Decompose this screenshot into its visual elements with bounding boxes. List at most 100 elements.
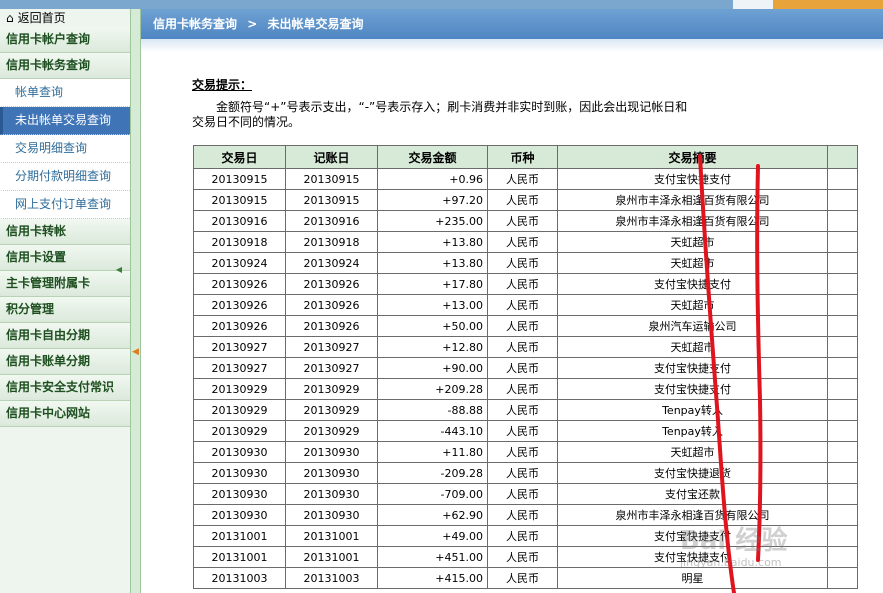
sidebar-item-4[interactable]: 交易明细查询 [0, 135, 130, 163]
sidebar-item-2[interactable]: 帐单查询 [0, 79, 130, 107]
cell-trade-date: 20130926 [193, 294, 286, 316]
breadcrumb: 信用卡帐务查询 > 未出帐单交易查询 [141, 9, 883, 39]
col-header-amount: 交易金额 [377, 145, 488, 169]
table-row: 20130916 20130916 +235.00 人民币 泉州市丰泽永相逢百货有限公司 [193, 210, 858, 232]
cell-trade-date: 20130930 [193, 504, 286, 526]
table-row: 20130918 20130918 +13.80 人民币 天虹超市 [193, 231, 858, 253]
cell-extra [827, 504, 858, 526]
cell-extra [827, 210, 858, 232]
splitter-toggle-icon[interactable]: ◀ [132, 347, 139, 357]
sidebar-item-0[interactable]: 信用卡帐户查询 [0, 27, 130, 53]
cell-amount: +235.00 [377, 210, 488, 232]
table-row: 20130929 20130929 -88.88 人民币 Tenpay转入 [193, 399, 858, 421]
col-header-extra [827, 145, 858, 169]
cell-post-date: 20130929 [285, 399, 378, 421]
cell-currency: 人民币 [487, 420, 558, 442]
table-row: 20130915 20130915 +97.20 人民币 泉州市丰泽永相逢百货有限公司 [193, 189, 858, 211]
cell-post-date: 20130930 [285, 462, 378, 484]
sidebar-item-11[interactable]: 信用卡自由分期 [0, 323, 130, 349]
sidebar-item-3[interactable]: 未出帐单交易查询 [0, 107, 130, 135]
sidebar-item-8[interactable]: 信用卡设置 [0, 245, 130, 271]
sidebar-item-7[interactable]: 信用卡转帐 [0, 219, 130, 245]
sidebar-item-9[interactable]: 主卡管理附属卡 [0, 271, 130, 297]
cell-post-date: 20131003 [285, 567, 378, 589]
breadcrumb-parent[interactable]: 信用卡帐务查询 [153, 17, 237, 31]
cell-summary: 泉州市丰泽永相逢百货有限公司 [557, 189, 828, 211]
main-content: 信用卡帐务查询 > 未出帐单交易查询 交易提示： 金额符号“+”号表示支出，“-… [141, 9, 883, 593]
cell-currency: 人民币 [487, 315, 558, 337]
cell-extra [827, 336, 858, 358]
cell-amount: +50.00 [377, 315, 488, 337]
sidebar-item-12[interactable]: 信用卡账单分期 [0, 349, 130, 375]
table-row: 20130930 20130930 -209.28 人民币 支付宝快捷退货 [193, 462, 858, 484]
cell-post-date: 20130916 [285, 210, 378, 232]
cell-trade-date: 20130926 [193, 273, 286, 295]
cell-post-date: 20131001 [285, 546, 378, 568]
cell-trade-date: 20131003 [193, 567, 286, 589]
cell-currency: 人民币 [487, 273, 558, 295]
sidebar-item-14[interactable]: 信用卡中心网站 [0, 401, 130, 427]
tip-line-2: 交易日不同的情况。 [192, 115, 301, 129]
home-icon: ⌂ [6, 11, 14, 25]
sidebar-item-10[interactable]: 积分管理 [0, 297, 130, 323]
cell-currency: 人民币 [487, 399, 558, 421]
sidebar-splitter[interactable]: ◀ [131, 9, 141, 593]
cell-extra [827, 189, 858, 211]
table-row: 20130929 20130929 +209.28 人民币 支付宝快捷支付 [193, 378, 858, 400]
cell-amount: +62.90 [377, 504, 488, 526]
col-header-summary: 交易摘要 [557, 145, 828, 169]
cell-amount: -709.00 [377, 483, 488, 505]
home-link[interactable]: ⌂ 返回首页 [0, 9, 130, 27]
cell-amount: +13.80 [377, 252, 488, 274]
cell-post-date: 20130930 [285, 441, 378, 463]
cell-amount: -209.28 [377, 462, 488, 484]
table-row: 20131003 20131003 +415.00 人民币 明星 [193, 567, 858, 589]
cell-post-date: 20130926 [285, 294, 378, 316]
cell-currency: 人民币 [487, 189, 558, 211]
cell-extra [827, 294, 858, 316]
table-row: 20130930 20130930 +11.80 人民币 天虹超市 [193, 441, 858, 463]
cell-summary: 天虹超市 [557, 336, 828, 358]
cell-amount: +13.00 [377, 294, 488, 316]
cell-extra [827, 315, 858, 337]
cell-post-date: 20131001 [285, 525, 378, 547]
sidebar-item-1[interactable]: 信用卡帐务查询 [0, 53, 130, 79]
cell-trade-date: 20130927 [193, 357, 286, 379]
collapse-arrow-icon[interactable]: ◀ [116, 265, 122, 274]
cell-summary: 泉州市丰泽永相逢百货有限公司 [557, 210, 828, 232]
cell-summary: 泉州汽车运输公司 [557, 315, 828, 337]
cell-post-date: 20130924 [285, 252, 378, 274]
col-header-currency: 币种 [487, 145, 558, 169]
cell-currency: 人民币 [487, 210, 558, 232]
home-link-label: 返回首页 [17, 11, 66, 25]
cell-extra [827, 378, 858, 400]
cell-amount: +17.80 [377, 273, 488, 295]
cell-trade-date: 20130927 [193, 336, 286, 358]
watermark-url: jingyan.baidu.com [680, 556, 782, 569]
cell-summary: 明星 [557, 567, 828, 589]
top-strip-gap [733, 0, 773, 9]
cell-currency: 人民币 [487, 567, 558, 589]
cell-extra [827, 399, 858, 421]
cell-post-date: 20130929 [285, 378, 378, 400]
cell-trade-date: 20130930 [193, 462, 286, 484]
cell-extra [827, 441, 858, 463]
table-row: 20130930 20130930 -709.00 人民币 支付宝还款 [193, 483, 858, 505]
cell-extra [827, 546, 858, 568]
cell-currency: 人民币 [487, 336, 558, 358]
table-row: 20130927 20130927 +90.00 人民币 支付宝快捷支付 [193, 357, 858, 379]
sidebar-item-5[interactable]: 分期付款明细查询 [0, 163, 130, 191]
sidebar-item-6[interactable]: 网上支付订单查询 [0, 191, 130, 219]
cell-currency: 人民币 [487, 231, 558, 253]
tip-text: 金额符号“+”号表示支出，“-”号表示存入；刷卡消费并非实时到账，因此会出现记帐… [192, 100, 752, 130]
cell-trade-date: 20130915 [193, 189, 286, 211]
sidebar-item-13[interactable]: 信用卡安全支付常识 [0, 375, 130, 401]
sidebar-nav: 信用卡帐户查询 信用卡帐务查询 帐单查询 未出帐单交易查询 交易明细查询 分期付款明细查询… [0, 27, 130, 427]
cell-extra [827, 483, 858, 505]
cell-trade-date: 20130924 [193, 252, 286, 274]
cell-post-date: 20130929 [285, 420, 378, 442]
cell-amount: +11.80 [377, 441, 488, 463]
cell-currency: 人民币 [487, 441, 558, 463]
cell-summary: 天虹超市 [557, 294, 828, 316]
cell-trade-date: 20131001 [193, 546, 286, 568]
